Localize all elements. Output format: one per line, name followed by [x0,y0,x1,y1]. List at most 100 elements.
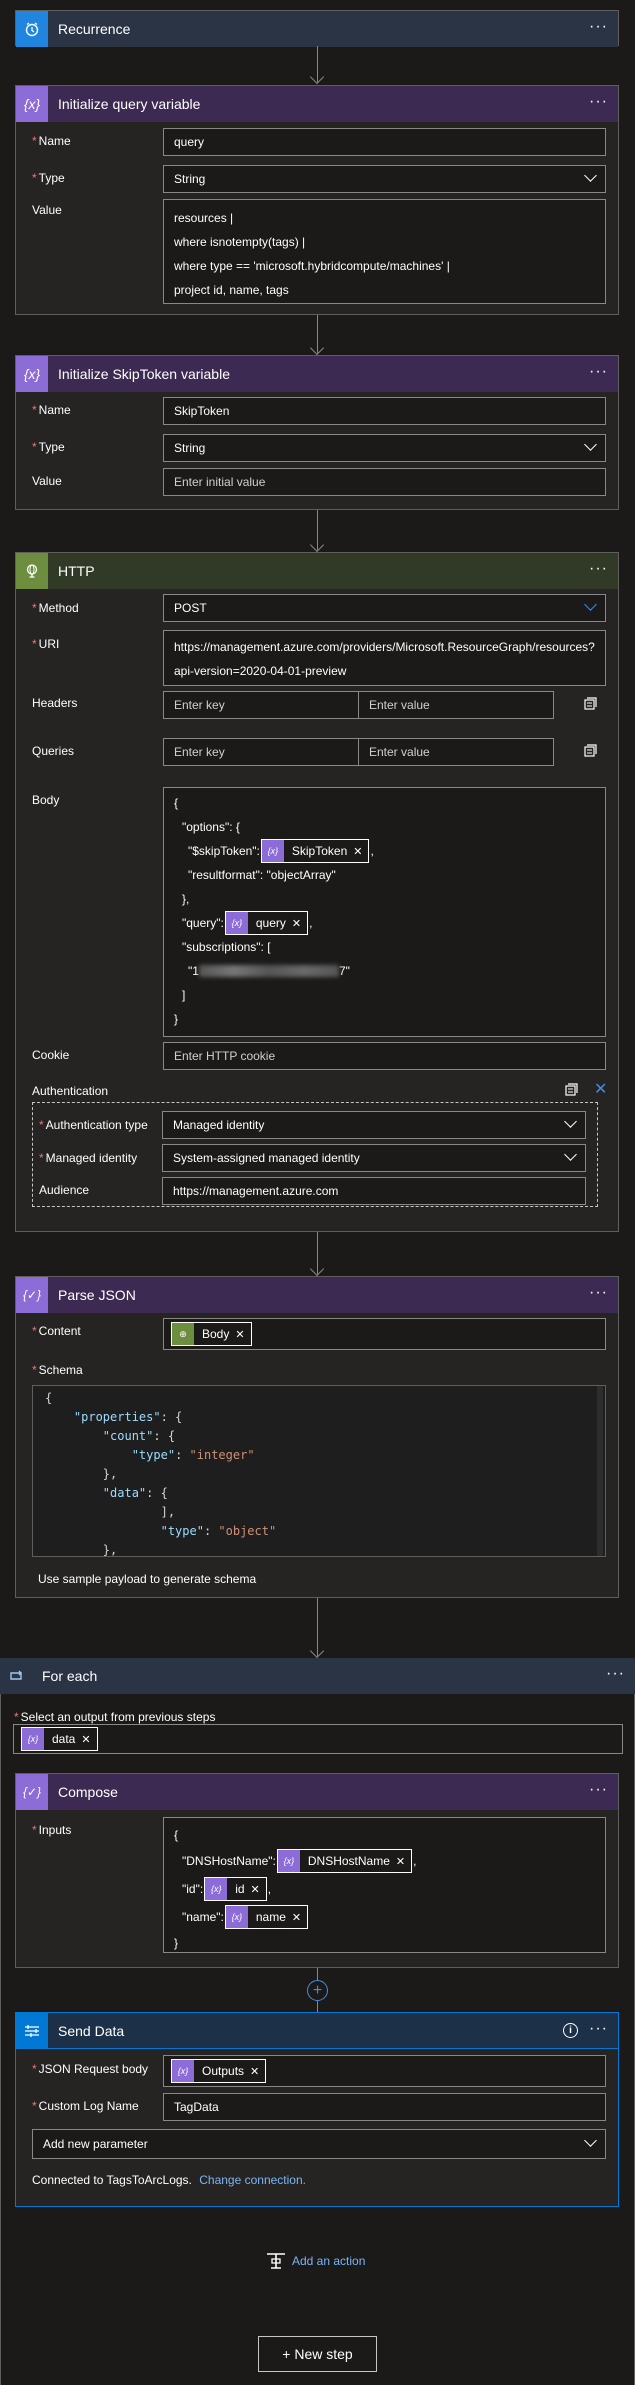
variable-icon: {x} [225,912,248,934]
skiptoken-token[interactable]: {x} SkipToken ✕ [260,839,370,863]
arrow-down-icon [309,1643,325,1659]
more-options-icon[interactable]: ··· [589,364,608,380]
arrow-down-icon [309,537,325,553]
token-label: query [255,916,286,930]
init-skiptoken-header[interactable]: {x} Initialize SkipToken variable ··· [16,356,618,392]
more-options-icon[interactable]: ··· [589,19,608,35]
headers-label: Headers [32,696,78,710]
variable-icon: {x} [172,2060,194,2082]
remove-token-icon[interactable]: ✕ [250,2065,265,2078]
custom-log-input[interactable]: TagData [163,2093,606,2121]
variable-icon: {x} [16,86,48,122]
init-query-card: {x} Initialize query variable ··· * Name … [15,85,619,315]
body-editor[interactable]: { "options": { "$skipToken": {x} SkipToke… [163,787,606,1037]
sample-payload-link[interactable]: Use sample payload to generate schema [38,1572,256,1586]
auth-type-dropdown[interactable]: Managed identity [162,1111,586,1139]
change-connection-link[interactable]: Change connection. [199,2173,306,2187]
inputs-editor[interactable]: { "DNSHostName": {x} DNSHostName ✕ , "id":… [163,1817,606,1953]
body-key-text: "query": [182,916,224,930]
switch-to-text-mode-icon[interactable] [583,697,597,711]
name-token[interactable]: {x} name ✕ [224,1905,309,1929]
more-options-icon[interactable]: ··· [589,1285,608,1301]
chevron-down-icon [584,598,597,611]
query-key-input[interactable]: Enter key [163,738,359,766]
remove-token-icon[interactable]: ✕ [292,1911,307,1924]
inputs-key-text: "DNSHostName": [182,1854,276,1868]
variable-icon: {x} [261,840,284,862]
token-label: Outputs [202,2064,245,2078]
body-token[interactable]: ⊕ Body ✕ [171,1322,252,1346]
body-line: "1 7" [174,959,595,983]
more-options-icon[interactable]: ··· [589,94,608,110]
compose-header[interactable]: {✓} Compose ··· [16,1774,618,1810]
add-action-label: Add an action [292,2254,366,2268]
name-input[interactable]: SkipToken [163,397,606,425]
remove-token-icon[interactable]: ✕ [81,1733,96,1746]
data-token[interactable]: {x} data ✕ [21,1727,98,1751]
schema-editor[interactable]: { "properties": { "count": { "type": "in… [32,1385,606,1557]
insert-step-plus-icon[interactable]: + [307,1980,328,2001]
uri-line: api-version=2020-04-01-preview [174,664,347,678]
init-query-header[interactable]: {x} Initialize query variable ··· [16,86,618,122]
more-options-icon[interactable]: ··· [589,561,608,577]
switch-to-text-mode-icon[interactable] [583,744,597,758]
schema-label: * Schema [32,1363,83,1377]
http-card: HTTP ··· * Method POST * URI https://manag… [15,552,619,1232]
query-value-input[interactable]: Enter value [358,738,554,766]
init-query-title: Initialize query variable [58,96,201,112]
send-data-header[interactable]: Send Data i ··· [16,2012,618,2049]
close-icon[interactable]: ✕ [594,1079,607,1099]
schema-line: }, [102,1466,118,1481]
cookie-input[interactable]: Enter HTTP cookie [163,1042,606,1070]
dnshostname-token[interactable]: {x} DNSHostName ✕ [276,1849,413,1873]
globe-icon [16,553,48,589]
chevron-down-icon [584,2134,597,2147]
json-body-input[interactable]: {x} Outputs ✕ [163,2055,606,2087]
chevron-down-icon [584,438,597,451]
variable-icon: {x} [22,1728,44,1750]
uri-input[interactable]: https://management.azure.com/providers/M… [163,630,606,686]
type-dropdown[interactable]: String [163,434,606,462]
http-header[interactable]: HTTP ··· [16,553,618,589]
id-token[interactable]: {x} id ✕ [204,1877,267,1901]
scrollbar[interactable] [597,1386,603,1556]
query-token[interactable]: {x} query ✕ [224,911,309,935]
arrow-down-icon [309,1261,325,1277]
more-options-icon[interactable]: ··· [589,1782,608,1798]
content-input[interactable]: ⊕ Body ✕ [163,1318,606,1350]
remove-token-icon[interactable]: ✕ [396,1855,411,1868]
recurrence-card[interactable]: Recurrence ··· [15,10,619,47]
remove-token-icon[interactable]: ✕ [353,845,368,858]
data-operations-icon: {✓} [16,1277,48,1313]
type-dropdown[interactable]: String [163,165,606,193]
for-each-header[interactable]: For each ··· [0,1658,635,1694]
more-options-icon[interactable]: ··· [606,1666,625,1682]
new-step-button[interactable]: + New step [258,2336,377,2372]
more-options-icon[interactable]: ··· [589,2021,608,2037]
value-input[interactable]: Enter initial value [163,468,606,496]
name-input[interactable]: query [163,128,606,156]
remove-token-icon[interactable]: ✕ [251,1883,266,1896]
value-textarea[interactable]: resources | where isnotempty(tags) | whe… [163,199,606,304]
remove-token-icon[interactable]: ✕ [292,917,307,930]
remove-token-icon[interactable]: ✕ [235,1328,250,1341]
add-parameter-dropdown[interactable]: Add new parameter [32,2129,606,2159]
variable-icon: {x} [277,1850,300,1872]
parse-json-header[interactable]: {✓} Parse JSON ··· [16,1277,618,1313]
header-value-input[interactable]: Enter value [358,691,554,719]
managed-identity-dropdown[interactable]: System-assigned managed identity [162,1144,586,1172]
method-dropdown[interactable]: POST [163,594,606,622]
header-key-input[interactable]: Enter key [163,691,359,719]
authentication-panel: * Authentication type Managed identity * M… [32,1102,598,1207]
outputs-token[interactable]: {x} Outputs ✕ [171,2059,267,2083]
switch-to-text-mode-icon[interactable] [564,1083,578,1097]
audience-input[interactable]: https://management.azure.com [162,1177,586,1205]
value-line: where isnotempty(tags) | [174,235,306,249]
add-action-button[interactable]: Add an action [266,2252,365,2270]
schema-line: "type": "object" [160,1523,277,1538]
inputs-comma: , [413,1854,417,1868]
select-output-input[interactable]: {x} data ✕ [13,1724,623,1754]
name-label: * Name [32,134,71,148]
recurrence-header[interactable]: Recurrence ··· [16,11,618,47]
info-icon[interactable]: i [563,2023,578,2038]
